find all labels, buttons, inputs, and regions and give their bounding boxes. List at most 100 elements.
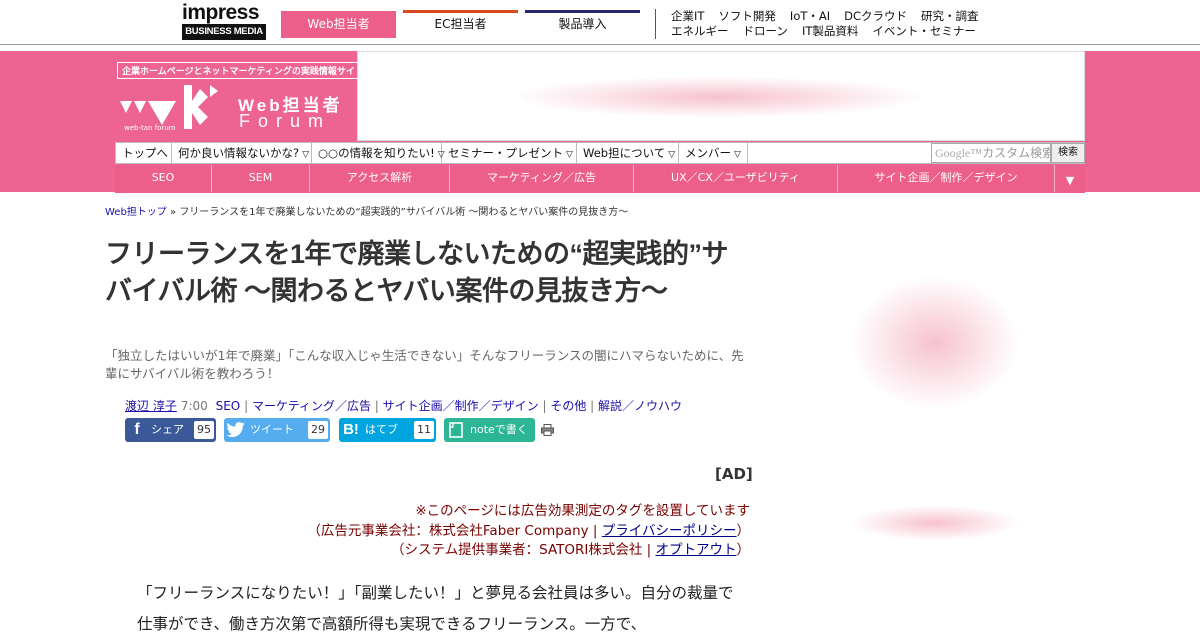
share-count: 29 <box>308 421 328 439</box>
facebook-share-button[interactable]: f シェア 95 <box>125 418 216 442</box>
tag-link[interactable]: SEO <box>216 399 241 413</box>
logo-forum: Forum <box>239 111 332 131</box>
sidebar-ad-image[interactable] <box>850 505 1020 541</box>
nav-item-seminar[interactable]: セミナー・プレゼント ▽ <box>442 143 577 163</box>
header-link[interactable]: 研究・調査 <box>921 9 979 23</box>
breadcrumb-current: フリーランスを1年で廃業しないための“超実践的”サバイバル術 ～関わるとヤバい案… <box>179 207 629 218</box>
author-link[interactable]: 渡辺 淳子 <box>125 399 177 413</box>
category-seo[interactable]: SEO <box>115 165 212 192</box>
note-icon <box>444 418 468 442</box>
header-link[interactable]: 企業IT <box>671 9 704 23</box>
ad-label: [AD] <box>715 465 753 483</box>
impress-logo[interactable]: impress BUSINESS MEDIA <box>182 1 266 40</box>
header-link[interactable]: IT製品資料 <box>802 24 858 38</box>
site-tab-ec[interactable]: EC担当者 <box>403 10 518 38</box>
search-placeholder: カスタム検索 <box>982 146 1051 160</box>
share-count: 11 <box>414 421 434 439</box>
share-label: noteで書く <box>470 423 528 436</box>
dropdown-triangle-icon: ▽ <box>734 150 741 160</box>
category-analytics[interactable]: アクセス解析 <box>310 165 450 192</box>
site-tab-products-label: 製品導入 <box>558 17 607 31</box>
category-marketing[interactable]: マーケティング／広告 <box>450 165 634 192</box>
header-link[interactable]: ドローン <box>743 24 788 38</box>
notice-line: ※このページには広告効果測定のタグを設置しています <box>415 503 750 519</box>
nav-item-label: ○○の情報を知りたい! <box>318 146 435 160</box>
nav-item-about[interactable]: Web担について ▽ <box>577 143 679 163</box>
header-links: 企業IT ソフト開発 IoT・AI DCクラウド 研究・調査 エネルギー ドローン IT製品… <box>671 9 993 39</box>
publish-time: 7:00 <box>180 399 208 413</box>
header-divider <box>655 9 656 39</box>
twitter-share-button[interactable]: ツイート 29 <box>224 418 330 442</box>
print-icon[interactable] <box>541 424 554 436</box>
nav-item-label: 何か良い情報ないかな? <box>178 146 300 160</box>
breadcrumb: Web担トップ » フリーランスを1年で廃業しないための“超実践的”サバイバル術… <box>105 203 628 218</box>
article-body: 「フリーランスになりたい！」「副業したい！」と夢見る会社員は多い。自分の裁量で仕… <box>137 584 734 633</box>
header-link[interactable]: イベント・セミナー <box>872 24 976 38</box>
share-label: はてブ <box>365 423 398 436</box>
privacy-policy-link[interactable]: プライバシーポリシー <box>602 523 737 539</box>
category-ux[interactable]: UX／CX／ユーザビリティ <box>634 165 838 192</box>
nav-item-label: Web担について <box>583 146 666 160</box>
notice-line: （広告元事業会社：株式会社Faber Company | プライバシーポリシー） <box>307 522 750 539</box>
site-tab-web-label: Web担当者 <box>307 17 370 31</box>
nav-item-member[interactable]: メンバー ▽ <box>679 143 748 163</box>
facebook-icon: f <box>134 421 140 438</box>
tag-link[interactable]: その他 <box>550 399 586 413</box>
article-lead: 「独立したはいいが1年で廃業」「こんな収入じゃ生活できない」そんなフリーランスの… <box>105 348 744 381</box>
nav-item-recommend[interactable]: 何か良い情報ないかな? ▽ <box>172 143 312 163</box>
dropdown-triangle-icon: ▽ <box>668 150 676 160</box>
twitter-icon <box>224 418 248 442</box>
share-count: 95 <box>194 421 214 439</box>
header-links-row1: 企業IT ソフト開発 IoT・AI DCクラウド 研究・調査 <box>671 9 993 24</box>
header-link[interactable]: DCクラウド <box>844 9 907 23</box>
tag-link[interactable]: 解説／ノウハウ <box>598 399 682 413</box>
header-link[interactable]: IoT・AI <box>790 9 830 23</box>
web-tan-forum-label: web-tan forum <box>124 124 176 132</box>
nav-item-label: メンバー <box>685 146 731 160</box>
header-link[interactable]: エネルギー <box>671 24 729 38</box>
impress-logo-sub: BUSINESS MEDIA <box>182 24 266 40</box>
article-title: フリーランスを1年で廃業しないための“超実践的”サバイバル術 ～関わるとヤバい案… <box>105 239 728 306</box>
dropdown-triangle-icon: ▽ <box>302 150 310 160</box>
category-nav: SEO SEM アクセス解析 マーケティング／広告 UX／CX／ユーザビリティ … <box>115 165 1085 193</box>
site-tagline: 企業ホームページとネットマーケティングの実践情報サイト <box>117 62 369 79</box>
nav-item-label: トップへ <box>122 146 168 160</box>
ad-notice: ※このページには広告効果測定のタグを設置しています （広告元事業会社：株式会社F… <box>300 502 750 561</box>
site-tab-web[interactable]: Web担当者 <box>281 11 396 38</box>
ad-banner-image <box>508 76 928 118</box>
site-logo[interactable]: 企業ホームページとネットマーケティングの実践情報サイト web-tan foru… <box>115 51 369 141</box>
nav-item-topics[interactable]: ○○の情報を知りたい! ▽ <box>312 143 445 163</box>
share-label: ツイート <box>250 423 294 436</box>
site-tab-ec-bar <box>403 10 518 13</box>
note-share-button[interactable]: noteで書く <box>444 418 535 442</box>
main-nav: トップへ 何か良い情報ないかな? ▽ ○○の情報を知りたい! ▽ セミナー・プレゼン… <box>115 142 1085 164</box>
tag-link[interactable]: サイト企画／制作／デザイン <box>383 399 539 413</box>
ad-banner[interactable] <box>357 51 1085 141</box>
nav-item-top[interactable]: トップへ <box>116 143 172 163</box>
search-input[interactable]: Google™カスタム検索 <box>931 143 1051 163</box>
google-brand-text: Google™ <box>935 146 983 160</box>
search-button[interactable]: 検索 <box>1051 143 1085 163</box>
top-header: impress BUSINESS MEDIA Web担当者 EC担当者 製品導入… <box>0 0 1200 45</box>
hatena-bookmark-button[interactable]: B! はてブ 11 <box>339 418 436 442</box>
article-meta: 渡辺 淳子 7:00 SEO | マーケティング／広告 | サイト企画／制作／デザ… <box>125 399 683 413</box>
site-tab-ec-label: EC担当者 <box>434 17 487 31</box>
category-sem[interactable]: SEM <box>212 165 310 192</box>
site-tab-products[interactable]: 製品導入 <box>525 10 640 38</box>
breadcrumb-home[interactable]: Web担トップ <box>105 207 167 218</box>
tag-link[interactable]: マーケティング／広告 <box>252 399 371 413</box>
dropdown-triangle-icon: ▽ <box>566 150 573 160</box>
site-tab-products-bar <box>525 10 640 13</box>
header-links-row2: エネルギー ドローン IT製品資料 イベント・セミナー <box>671 24 993 39</box>
nav-item-label: セミナー・プレゼント <box>448 146 563 160</box>
header-link[interactable]: ソフト開発 <box>718 9 776 23</box>
share-label: シェア <box>151 423 184 436</box>
category-more-icon[interactable]: ▼ <box>1055 165 1085 193</box>
breadcrumb-separator: » <box>170 207 177 218</box>
notice-line: （システム提供事業者：SATORI株式会社 | オプトアウト） <box>391 542 750 558</box>
hatena-icon: B! <box>343 421 359 438</box>
impress-logo-word: impress <box>182 1 260 24</box>
category-planning[interactable]: サイト企画／制作／デザイン <box>838 165 1055 192</box>
sidebar-ad-image[interactable] <box>850 275 1020 410</box>
opt-out-link[interactable]: オプトアウト <box>656 542 737 558</box>
